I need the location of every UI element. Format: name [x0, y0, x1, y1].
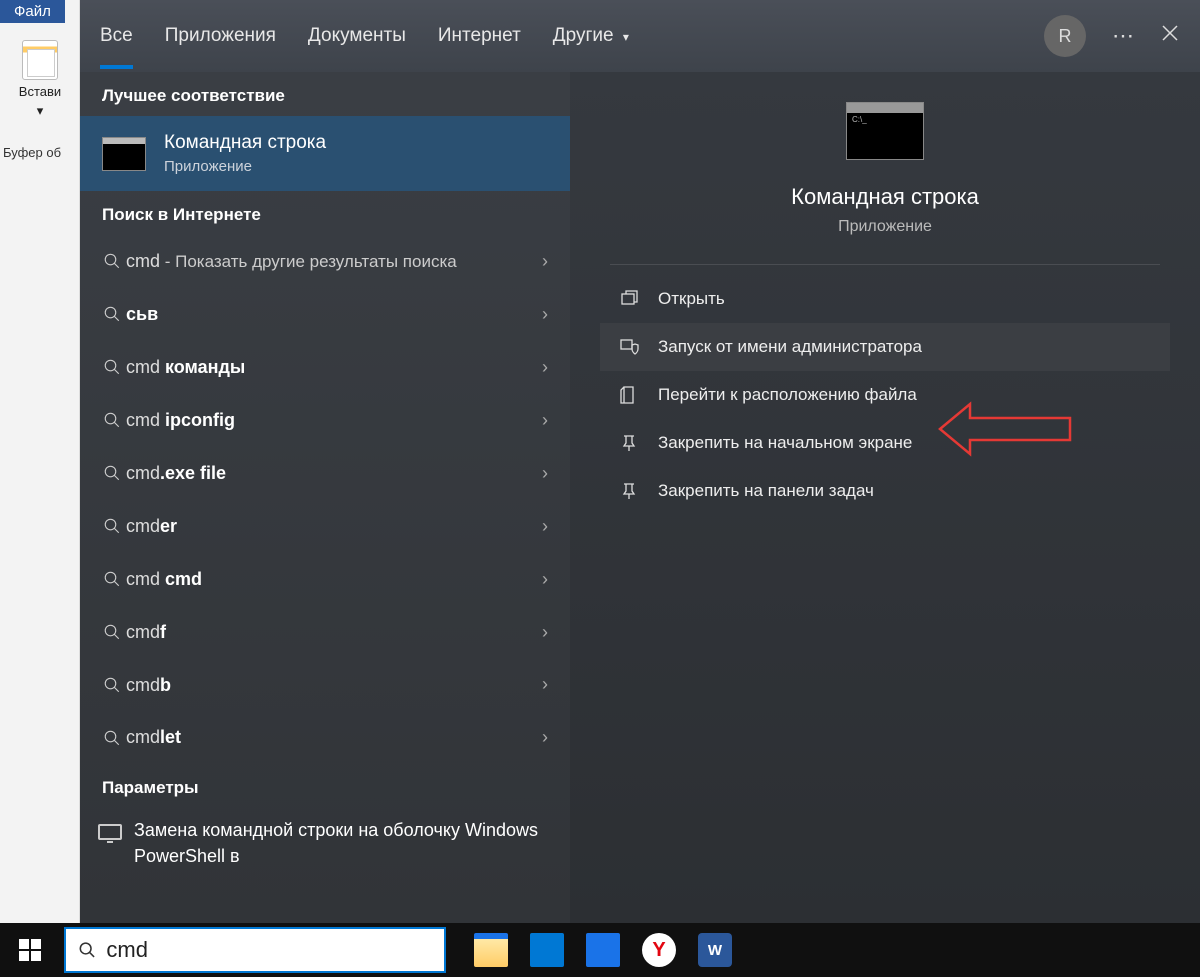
- web-result-item[interactable]: cmdb ›: [80, 659, 570, 712]
- search-icon: [98, 517, 126, 535]
- chevron-right-icon: ›: [542, 357, 548, 378]
- taskbar-yandex-icon[interactable]: Y: [642, 933, 676, 967]
- search-icon: [98, 305, 126, 323]
- web-result-item[interactable]: cmd cmd ›: [80, 553, 570, 606]
- web-result-item[interactable]: сьв ›: [80, 288, 570, 341]
- web-result-text: cmd cmd: [126, 567, 542, 592]
- more-options-button[interactable]: ⋯: [1112, 23, 1134, 49]
- chevron-right-icon: ›: [542, 569, 548, 590]
- word-clipboard-group-label: Буфер об: [3, 145, 61, 160]
- web-result-text: cmd - Показать другие результаты поиска: [126, 249, 542, 274]
- word-paste-label: Встави: [19, 84, 61, 99]
- action-run-as-admin[interactable]: Запуск от имени администратора: [600, 323, 1170, 371]
- pin-icon: [618, 481, 640, 501]
- chevron-down-icon: ▾: [37, 103, 44, 119]
- chevron-right-icon: ›: [542, 516, 548, 537]
- preview-subtitle: Приложение: [838, 218, 932, 236]
- divider: [610, 264, 1160, 265]
- search-icon: [98, 676, 126, 694]
- best-match-subtitle: Приложение: [164, 158, 326, 175]
- filter-tabs: Все Приложения Документы Интернет Другие…: [80, 0, 1200, 72]
- chevron-right-icon: ›: [542, 674, 548, 695]
- chevron-down-icon: ▾: [623, 30, 629, 44]
- best-match-item[interactable]: Командная строка Приложение: [80, 116, 570, 191]
- taskbar-word-icon[interactable]: W: [698, 933, 732, 967]
- best-match-title: Командная строка: [164, 132, 326, 154]
- start-button[interactable]: [0, 923, 60, 977]
- search-icon: [98, 729, 126, 747]
- preview-title: Командная строка: [791, 184, 979, 210]
- chevron-right-icon: ›: [542, 727, 548, 748]
- tab-other[interactable]: Другие ▾: [553, 15, 629, 57]
- search-icon: [98, 252, 126, 270]
- chevron-right-icon: ›: [542, 304, 548, 325]
- word-file-tab[interactable]: Файл: [0, 0, 65, 23]
- web-result-text: cmdlet: [126, 725, 542, 750]
- settings-header: Параметры: [80, 764, 570, 808]
- tab-apps[interactable]: Приложения: [165, 15, 276, 57]
- settings-result-item[interactable]: Замена командной строки на оболочку Wind…: [80, 808, 570, 882]
- web-result-text: cmder: [126, 514, 542, 539]
- chevron-right-icon: ›: [542, 463, 548, 484]
- best-match-header: Лучшее соответствие: [80, 72, 570, 116]
- web-result-item[interactable]: cmder ›: [80, 500, 570, 553]
- preview-pane: C:\_ Командная строка Приложение Открыть: [570, 72, 1200, 923]
- settings-item-text: Замена командной строки на оболочку Wind…: [134, 818, 548, 868]
- web-result-item[interactable]: cmdlet ›: [80, 711, 570, 764]
- cmd-app-icon: [102, 137, 146, 171]
- search-icon: [98, 464, 126, 482]
- search-icon: [98, 623, 126, 641]
- chevron-right-icon: ›: [542, 410, 548, 431]
- search-icon: [98, 570, 126, 588]
- word-paste-button[interactable]: Встави ▾: [10, 40, 70, 119]
- action-open-location[interactable]: Перейти к расположению файла: [600, 371, 1170, 419]
- action-pin-start[interactable]: Закрепить на начальном экране: [600, 419, 1170, 467]
- chevron-right-icon: ›: [542, 622, 548, 643]
- action-open[interactable]: Открыть: [600, 275, 1170, 323]
- action-pin-taskbar[interactable]: Закрепить на панели задач: [600, 467, 1170, 515]
- clipboard-icon: [22, 40, 58, 80]
- user-avatar[interactable]: R: [1044, 15, 1086, 57]
- shield-icon: [618, 337, 640, 357]
- search-input[interactable]: [106, 937, 432, 963]
- search-icon: [98, 411, 126, 429]
- tab-all[interactable]: Все: [100, 15, 133, 57]
- open-icon: [618, 289, 640, 309]
- web-result-item[interactable]: cmd команды ›: [80, 341, 570, 394]
- search-icon: [98, 358, 126, 376]
- tab-internet[interactable]: Интернет: [438, 15, 521, 57]
- monitor-icon: [98, 824, 122, 840]
- web-result-text: сьв: [126, 302, 542, 327]
- web-result-item[interactable]: cmd - Показать другие результаты поиска …: [80, 235, 570, 288]
- web-result-text: cmdb: [126, 673, 542, 698]
- search-panel: Все Приложения Документы Интернет Другие…: [80, 0, 1200, 923]
- web-result-item[interactable]: cmdf ›: [80, 606, 570, 659]
- close-button[interactable]: [1160, 23, 1180, 49]
- web-result-text: cmd команды: [126, 355, 542, 380]
- taskbar-app-icon[interactable]: [530, 933, 564, 967]
- tab-documents[interactable]: Документы: [308, 15, 406, 57]
- chevron-right-icon: ›: [542, 251, 548, 272]
- web-result-text: cmdf: [126, 620, 542, 645]
- file-location-icon: [618, 385, 640, 405]
- taskbar-explorer-icon[interactable]: [474, 933, 508, 967]
- taskbar-app-icon[interactable]: [586, 933, 620, 967]
- search-icon: [78, 940, 96, 960]
- word-background: Файл Встави ▾ Буфер об Страни: [0, 0, 80, 977]
- web-result-text: cmd.exe file: [126, 461, 542, 486]
- web-result-item[interactable]: cmd ipconfig ›: [80, 394, 570, 447]
- pin-icon: [618, 433, 640, 453]
- preview-app-icon: C:\_: [846, 102, 924, 160]
- results-list: Лучшее соответствие Командная строка При…: [80, 72, 570, 923]
- taskbar: Y W: [0, 923, 1200, 977]
- web-result-item[interactable]: cmd.exe file ›: [80, 447, 570, 500]
- web-search-header: Поиск в Интернете: [80, 191, 570, 235]
- taskbar-search-box[interactable]: [64, 927, 446, 973]
- web-result-text: cmd ipconfig: [126, 408, 542, 433]
